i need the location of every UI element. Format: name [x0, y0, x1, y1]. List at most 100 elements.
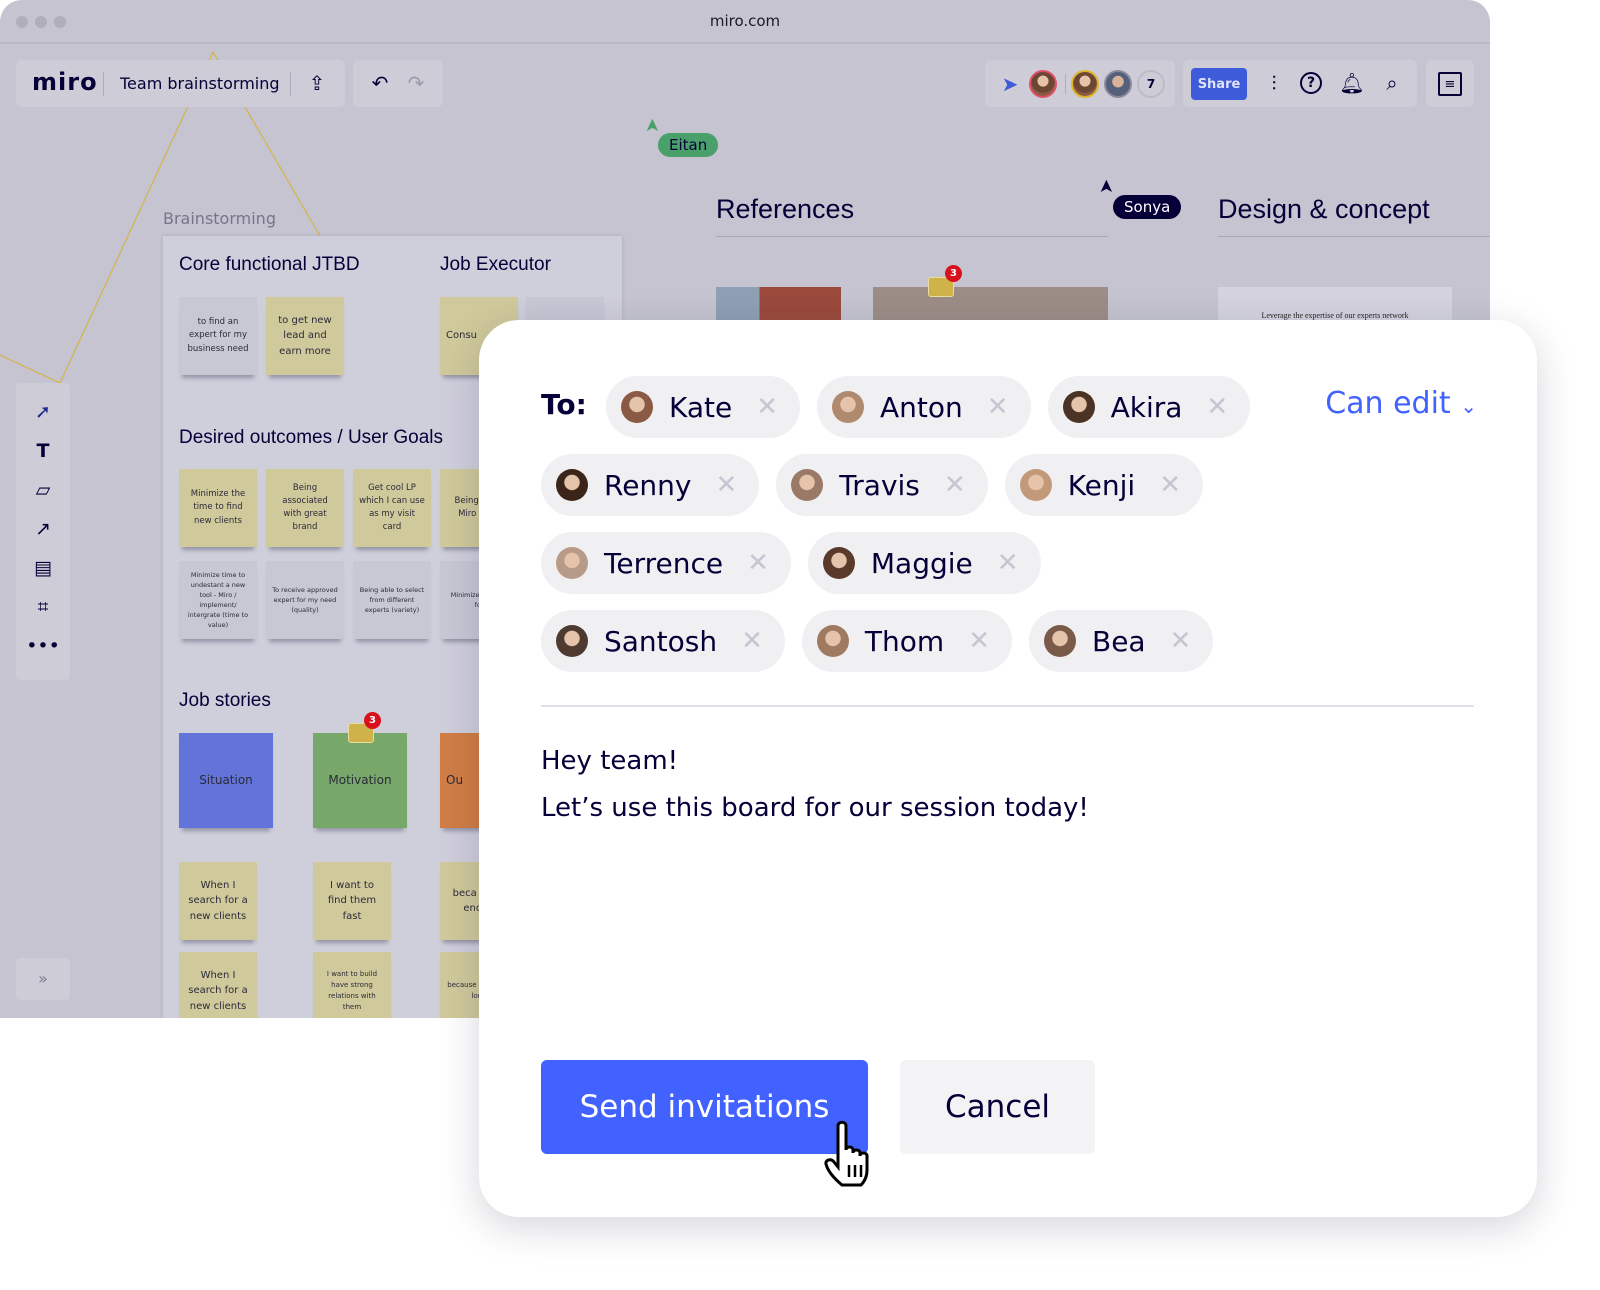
cursor-arrow-icon: ➤	[642, 117, 664, 134]
references-heading: References	[716, 194, 855, 224]
remove-recipient-icon[interactable]: ✕	[968, 626, 990, 656]
sticky-note[interactable]: I want to build have strong relations wi…	[313, 952, 391, 1018]
recipient-name: Bea	[1091, 624, 1146, 658]
recipient-name: Santosh	[604, 624, 718, 658]
remove-recipient-icon[interactable]: ✕	[997, 548, 1019, 578]
section-title: Job Executor	[440, 254, 551, 275]
avatar[interactable]	[1104, 70, 1132, 98]
avatar[interactable]	[1071, 70, 1099, 98]
remove-recipient-icon[interactable]: ✕	[944, 470, 966, 500]
cancel-button[interactable]: Cancel	[900, 1060, 1095, 1154]
select-tool-icon[interactable]: ➚	[16, 401, 70, 423]
redo-icon[interactable]: ↷	[403, 70, 429, 96]
expand-panel-icon[interactable]: »	[16, 958, 70, 1000]
recipient-chip[interactable]: Maggie ✕	[807, 532, 1041, 594]
share-button[interactable]: Share	[1191, 68, 1247, 100]
remove-recipient-icon[interactable]: ✕	[741, 626, 763, 656]
recipient-chip[interactable]: Terrence ✕	[541, 532, 791, 594]
sticky-note[interactable]: to get new lead and earn more	[266, 297, 344, 375]
remove-recipient-icon[interactable]: ✕	[987, 392, 1009, 422]
cursor-label-sonya: Sonya	[1113, 195, 1182, 219]
sticky-note[interactable]: Situation	[179, 733, 273, 828]
follow-cursor-icon[interactable]: ➤	[997, 72, 1023, 96]
sticky-note[interactable]: I want to find them fast	[313, 862, 391, 940]
sticky-note[interactable]: To receive approved expert for my need (…	[266, 561, 344, 639]
recipient-chip[interactable]: Akira ✕	[1047, 376, 1251, 438]
recipient-chip[interactable]: Kate ✕	[606, 376, 801, 438]
recipient-list[interactable]: Kate ✕ Anton ✕ Akira ✕ Renny ✕ Travis ✕ Kenji ✕ Terr…	[541, 376, 1293, 672]
send-invitations-button[interactable]: Send invitations	[541, 1060, 868, 1154]
help-icon[interactable]: ?	[1300, 72, 1322, 94]
settings-sliders-icon[interactable]: ⫶	[1261, 70, 1287, 96]
sticky-note[interactable]: Being associated with great brand	[266, 469, 344, 547]
recipient-chip[interactable]: Thom ✕	[801, 610, 1012, 672]
permission-dropdown[interactable]: Can edit ⌄	[1325, 386, 1477, 421]
recipient-name: Akira	[1110, 390, 1183, 424]
avatar[interactable]	[1029, 70, 1057, 98]
avatar	[1062, 391, 1095, 423]
invite-dialog: To: Kate ✕ Anton ✕ Akira ✕ Renny ✕ Travis ✕ Kenji ✕…	[479, 320, 1537, 1217]
remove-recipient-icon[interactable]: ✕	[756, 392, 778, 422]
avatar	[822, 547, 855, 579]
miro-logo[interactable]: miro	[32, 68, 98, 96]
avatar	[621, 391, 653, 423]
frame-tool-icon[interactable]: ⌗	[16, 596, 70, 618]
remove-recipient-icon[interactable]: ✕	[1170, 626, 1192, 656]
section-title: Job stories	[179, 690, 271, 711]
sticky-note[interactable]: Being able to select from different expe…	[353, 561, 431, 639]
line-tool-icon[interactable]: ↗	[16, 518, 70, 540]
frame-label[interactable]: Brainstorming	[163, 209, 276, 228]
hand-pointer-cursor-icon	[824, 1120, 869, 1187]
recipient-name: Kenji	[1067, 468, 1136, 502]
notes-list-icon[interactable]: ≡	[1438, 72, 1462, 96]
actions-panel: Share ⫶ ? 🔔︎ ⌕	[1183, 60, 1417, 107]
recipient-chip[interactable]: Anton ✕	[817, 376, 1031, 438]
avatar	[1019, 469, 1052, 501]
remove-recipient-icon[interactable]: ✕	[1206, 392, 1228, 422]
sticky-note[interactable]: Get cool LP which I can use as my visit …	[353, 469, 431, 547]
board-title[interactable]: Team brainstorming	[120, 74, 280, 93]
avatar	[556, 625, 588, 657]
remove-recipient-icon[interactable]: ✕	[716, 470, 738, 500]
search-icon[interactable]: ⌕	[1379, 70, 1405, 96]
remove-recipient-icon[interactable]: ✕	[1159, 470, 1181, 500]
bell-icon[interactable]: 🔔︎	[1339, 70, 1365, 96]
comment-tool-icon[interactable]: ▤	[16, 557, 70, 579]
remove-recipient-icon[interactable]: ✕	[747, 548, 769, 578]
recipient-chip[interactable]: Bea ✕	[1028, 610, 1214, 672]
recipient-chip[interactable]: Renny ✕	[541, 454, 760, 516]
message-line[interactable]: Let’s use this board for our session tod…	[541, 793, 1089, 823]
recipient-chip[interactable]: Santosh ✕	[541, 610, 785, 672]
more-tools-icon[interactable]: •••	[16, 635, 70, 657]
sticky-note-tool-icon[interactable]: ▱	[16, 479, 70, 501]
recipient-chip[interactable]: Kenji ✕	[1004, 454, 1203, 516]
sticky-note[interactable]: Minimize the time to find new clients	[179, 469, 257, 547]
collaborator-count[interactable]: 7	[1137, 70, 1165, 98]
collaborators-panel: ➤ 7	[985, 60, 1175, 107]
cursor-arrow-icon: ➤	[1096, 178, 1118, 195]
avatar	[556, 547, 588, 579]
comment-count-badge: 3	[945, 265, 962, 282]
sticky-note[interactable]: Minimize time to undestant a new tool - …	[179, 561, 257, 639]
permission-value: Can edit	[1325, 386, 1451, 421]
recipient-name: Thom	[864, 624, 945, 658]
history-panel: ↶ ↷	[353, 60, 443, 107]
upload-icon[interactable]: ⇪	[304, 70, 330, 96]
section-title: Desired outcomes / User Goals	[179, 427, 443, 448]
comment-count-badge: 3	[364, 712, 381, 729]
cursor-label-eitan: Eitan	[658, 133, 719, 157]
avatar	[816, 625, 849, 657]
recipient-name: Anton	[880, 390, 963, 424]
sticky-note[interactable]: When I search for a new clients	[179, 952, 257, 1018]
avatar	[832, 391, 865, 423]
section-title: Core functional JTBD	[179, 254, 360, 275]
recipient-chip[interactable]: Travis ✕	[776, 454, 988, 516]
message-line[interactable]: Hey team!	[541, 746, 678, 776]
creation-toolbar: ➚ T ▱ ↗ ▤ ⌗ •••	[16, 383, 70, 680]
undo-icon[interactable]: ↶	[367, 70, 393, 96]
text-tool-icon[interactable]: T	[16, 440, 70, 462]
sticky-note[interactable]: to find an expert for my business need	[179, 297, 257, 375]
divider	[541, 705, 1474, 707]
sticky-note[interactable]: Motivation	[313, 733, 407, 828]
sticky-note[interactable]: When I search for a new clients	[179, 862, 257, 940]
